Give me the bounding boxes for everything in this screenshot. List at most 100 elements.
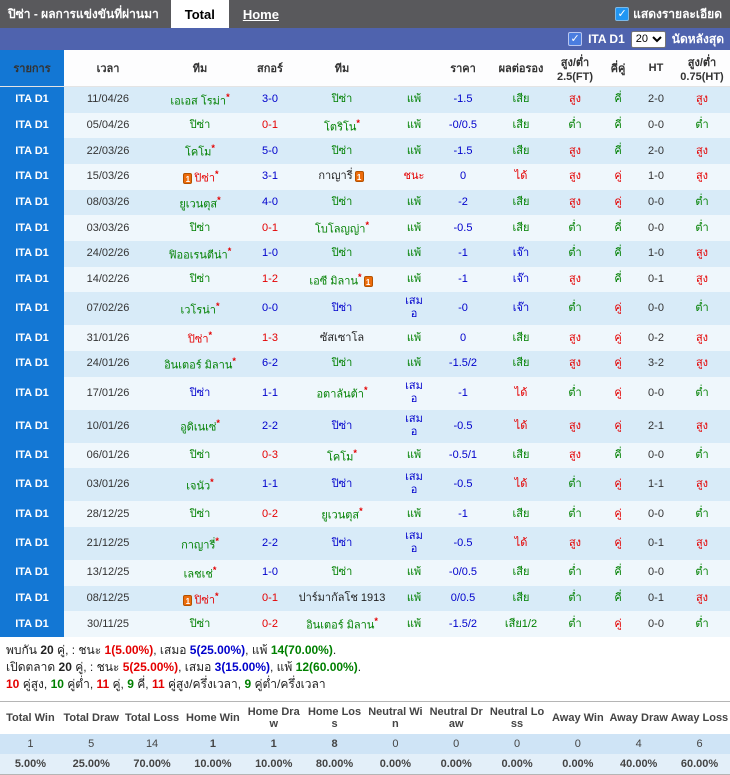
halftime-score: 2-1 [638,409,674,443]
league-filter-checkbox[interactable]: ✓ [568,32,583,46]
league-badge: ITA D1 [0,376,64,410]
summary-section: พบกัน 20 คู่, : ชนะ 1(5.00%), เสมอ 5(25.… [0,637,730,699]
fulltime-score: 0-2 [248,501,292,527]
stat-header: Neutral Draw [425,701,487,734]
away-team-name: ปิซ่า [331,566,353,579]
handicap-price: -1.5 [436,138,490,164]
stat-header: Neutral Win [364,701,426,734]
show-details-checkbox[interactable]: ✓ [615,7,630,21]
team-star-marker: * [216,418,220,429]
stats-header-row: Total Win Total Draw Total Loss Home Win Hom… [0,701,730,734]
home-team-name: ปิซ่า [189,507,211,520]
col-header-8: สูง/ต่ำ 2.5(FT) [552,50,598,87]
league-badge: ITA D1 [0,215,64,241]
team-star-marker: * [358,271,362,282]
match-date: 11/04/26 [64,86,152,113]
stat-count: 0 [364,733,426,754]
league-badge: ITA D1 [0,325,64,351]
league-badge: ITA D1 [0,350,64,377]
away-team-cell: ซัสเซาโล [292,325,392,351]
home-team-cell: เวโรน่า* [152,292,248,326]
match-row: ITA D1 03/01/26 เจนัว* 1-1 ปิซ่า เสมอ -0.5 ได้ต… [0,468,730,502]
match-row: ITA D1 03/03/26 ปิซ่า 0-1 โบโลญญ่า* แพ้ -0.5 เส… [0,215,730,241]
result-cell: แพ้ [392,501,436,527]
handicap-result: เสีย [490,189,552,216]
handicap-price: -0/0.5 [436,112,490,139]
halftime-score: 0-0 [638,112,674,139]
home-team-cell: ปิซ่า [152,266,248,293]
result-cell: เสมอ [392,526,436,560]
stat-percent: 70.00% [121,753,183,775]
home-team-cell: เอเอส โรม่า* [152,86,248,113]
away-team-name: อินเตอร์ มิลาน [306,619,375,632]
league-badge: ITA D1 [0,86,64,113]
show-details-label: แสดงรายละเอียด [633,6,722,21]
result-text: แพ้ [406,357,422,370]
home-team-name: อินเตอร์ มิลาน [164,359,233,372]
over-under-ft: สูง [552,189,598,216]
away-team-name: โตริโน [324,121,357,134]
stat-count: 5 [60,733,122,754]
odd-even: คู่ [598,163,638,190]
handicap-result: ได้ [490,468,552,502]
summary-segment: , แพ้ [245,642,271,657]
stat-count: 1 [182,733,244,754]
stats-percent-row: 5.00% 25.00% 70.00% 10.00% 10.00% 80.00% 0.00%… [0,753,730,775]
home-team-name: ปิซ่า [187,333,209,346]
title-bar: ปิซ่า - ผลการแข่งขันที่ผ่านมา Total Home… [0,0,730,28]
result-cell: แพ้ [392,189,436,216]
match-date: 28/12/25 [64,501,152,527]
match-date: 08/12/25 [64,585,152,612]
stat-percent: 10.00% [243,753,305,775]
away-team-cell: ปิซ่า [292,86,392,113]
over-under-ft: ต่ำ [552,292,598,326]
col-header-11: สูง/ต่ำ 0.75(HT) [674,50,730,87]
handicap-price: -0.5 [436,468,490,502]
fulltime-score: 1-2 [248,266,292,293]
summary-segment: 1(5.00%) [104,642,154,657]
odd-even: คี่ [598,585,638,612]
tab-total[interactable]: Total [170,0,229,28]
match-count-select[interactable]: 20 [630,30,666,48]
handicap-result: เสีย [490,501,552,527]
team-star-marker: * [363,385,368,396]
match-row: ITA D1 24/01/26 อินเตอร์ มิลาน* 6-2 ปิซ่า แพ้… [0,350,730,377]
handicap-result: เสีย1/2 [490,611,552,637]
halftime-score: 0-0 [638,376,674,410]
fulltime-score: 0-1 [248,585,292,612]
summary-segment: 11 [96,676,110,691]
home-team-cell: ปิซ่า [152,112,248,139]
league-badge: ITA D1 [0,163,64,190]
team-star-marker: * [374,616,378,627]
fulltime-score: 4-0 [248,189,292,216]
stat-count: 14 [121,733,183,754]
result-cell: แพ้ [392,611,436,637]
tab-home[interactable]: Home [229,0,293,28]
recent-matches-label: นัดหลังสุด [671,31,724,46]
home-team-cell: ปิซ่า [152,611,248,637]
summary-segment: คู่สูง, [19,676,51,691]
away-team-cell: ยูเวนตุส* [292,501,392,527]
odd-even: คี่ [598,266,638,293]
home-team-name: เวโรน่า [180,304,216,317]
over-under-ht: ต่ำ [674,112,730,139]
stat-header: Neutral Loss [486,701,548,734]
home-team-cell: 1 ปิซ่า* [152,585,248,612]
match-row: ITA D1 30/11/25 ปิซ่า 0-2 อินเตอร์ มิลาน* แพ้… [0,611,730,637]
match-row: ITA D1 06/01/26 ปิซ่า 0-3 โคโม* แพ้ -0.5/1 เสีย… [0,442,730,469]
away-team-cell: ปิซ่า [292,526,392,560]
stat-header: Total Win [0,701,61,734]
summary-segment: , แพ้ [270,659,296,674]
odd-even: คี่ [598,240,638,267]
home-team-name: ปิซ่า [189,272,211,285]
team-star-marker: * [226,92,230,102]
summary-line-2: เปิดตลาด 20 คู่, : ชนะ 5(25.00%), เสมอ 3… [6,659,726,676]
result-text: แพ้ [406,93,422,106]
over-under-ft: สูง [552,138,598,164]
home-team-cell: ปิซ่า [152,215,248,241]
stat-percent: 0.00% [425,753,487,775]
result-cell: แพ้ [392,266,436,293]
home-team-cell: ฟิออเรนตีน่า* [152,240,248,267]
red-card-icon: 1 [183,173,193,185]
match-date: 03/03/26 [64,215,152,241]
